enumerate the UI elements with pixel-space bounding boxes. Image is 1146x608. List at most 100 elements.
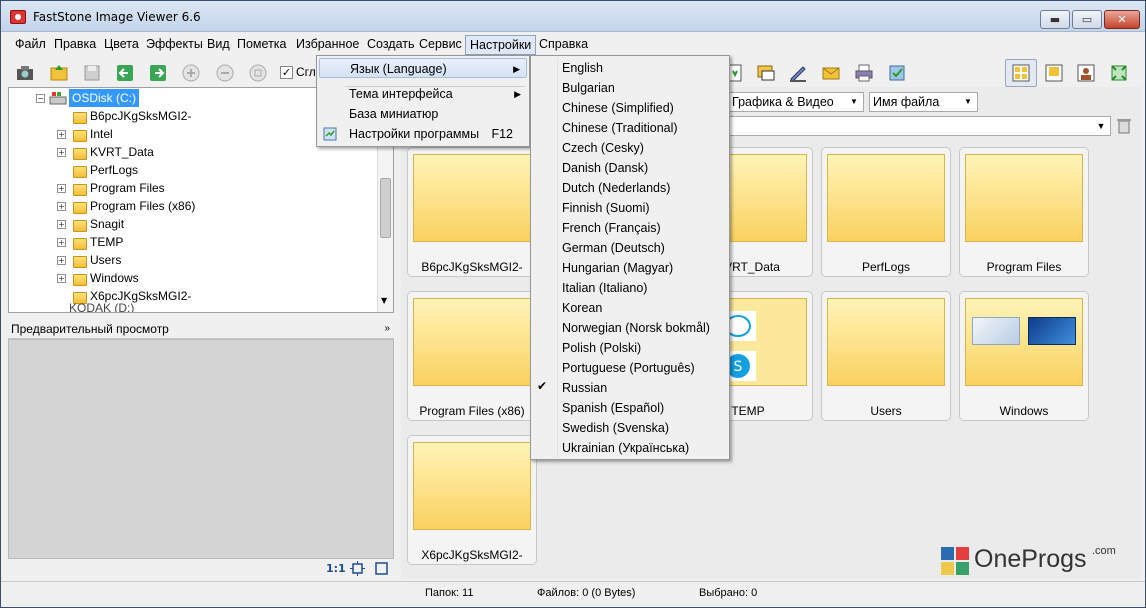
fullscreen-icon[interactable] [1109, 63, 1129, 83]
tree-item-perflogs[interactable]: PerfLogs [90, 161, 138, 179]
language-option-chinese-simplified[interactable]: Chinese (Simplified) [562, 98, 674, 118]
file-type-value: Графика & Видео [732, 95, 834, 109]
expand-icon[interactable]: + [57, 148, 66, 157]
full-preview-icon[interactable] [1076, 63, 1096, 83]
language-option-korean[interactable]: Korean [562, 298, 602, 318]
email-icon[interactable] [821, 63, 841, 83]
tree-root-drive[interactable]: OSDisk (C:) [69, 89, 139, 107]
menu-edit[interactable]: Правка [50, 35, 100, 55]
maximize-button[interactable]: ▭ [1072, 10, 1102, 29]
path-input[interactable]: ▼ [728, 116, 1111, 136]
tree-item-b6pc[interactable]: B6pcJKgSksMGI2- [90, 107, 191, 125]
fullscreen-preview-icon[interactable] [374, 561, 389, 576]
thumbnail-item[interactable]: B6pcJKgSksMGI2- [407, 147, 537, 277]
folder-icon [73, 130, 87, 142]
expand-icon[interactable]: + [57, 274, 66, 283]
tree-item-program-files-x86[interactable]: Program Files (x86) [90, 197, 195, 215]
scroll-down-icon[interactable]: ▼ [381, 296, 387, 305]
tree-item-users[interactable]: Users [90, 251, 121, 269]
menu-create[interactable]: Создать [363, 35, 419, 55]
language-option-swedish[interactable]: Swedish (Svenska) [562, 418, 669, 438]
language-option-finnish[interactable]: Finnish (Suomi) [562, 198, 650, 218]
collapse-preview-icon[interactable]: » [384, 319, 390, 339]
thumbnail-item[interactable]: PerfLogs [821, 147, 951, 277]
tree-item-intel[interactable]: Intel [90, 125, 113, 143]
smooth-checkbox[interactable]: ✓ [280, 66, 293, 79]
language-option-russian[interactable]: Russian [562, 378, 607, 398]
actual-size-button[interactable]: 1:1 [326, 562, 346, 575]
thumbnail-item[interactable]: Windows [959, 291, 1089, 421]
scroll-thumb[interactable] [380, 178, 391, 238]
expand-icon[interactable]: + [57, 130, 66, 139]
menu-interface-theme[interactable]: Тема интерфейса ▶ [319, 84, 527, 104]
thumbnail-item[interactable]: Program Files (x86) [407, 291, 537, 421]
trash-icon[interactable] [1116, 117, 1132, 134]
browser-view-icon[interactable] [1044, 63, 1064, 83]
expand-icon[interactable]: + [57, 256, 66, 265]
tree-item-temp[interactable]: TEMP [90, 233, 123, 251]
tree-item-program-files[interactable]: Program Files [90, 179, 165, 197]
watermark-text: OneProgs [974, 545, 1087, 573]
menu-thumbnail-db[interactable]: База миниатюр [319, 104, 527, 124]
batch-icon[interactable] [887, 63, 907, 83]
language-option-polish[interactable]: Polish (Polski) [562, 338, 641, 358]
acquire-camera-icon[interactable] [15, 63, 35, 83]
menu-settings[interactable]: Настройки [465, 35, 537, 55]
tree-item-kodak[interactable]: KODAK (D:) [69, 303, 134, 312]
expand-icon[interactable]: + [57, 220, 66, 229]
save-icon[interactable] [82, 63, 102, 83]
path-dropdown-icon[interactable]: ▼ [1094, 118, 1108, 134]
language-option-italian[interactable]: Italian (Italiano) [562, 278, 647, 298]
language-option-portuguese[interactable]: Portuguese (Português) [562, 358, 695, 378]
language-option-dutch[interactable]: Dutch (Nederlands) [562, 178, 670, 198]
menu-view[interactable]: Вид [203, 35, 234, 55]
print-icon[interactable] [854, 63, 874, 83]
actual-size-icon[interactable] [248, 63, 268, 83]
preview-area [8, 339, 394, 559]
minimize-button[interactable]: ▬ [1040, 10, 1070, 29]
language-option-ukrainian[interactable]: Ukrainian (Українська) [562, 438, 689, 458]
open-folder-icon[interactable] [49, 63, 69, 83]
expand-icon[interactable]: + [57, 184, 66, 193]
language-option-spanish[interactable]: Spanish (Español) [562, 398, 664, 418]
language-option-hungarian[interactable]: Hungarian (Magyar) [562, 258, 673, 278]
menu-tools[interactable]: Сервис [415, 35, 466, 55]
language-option-norwegian[interactable]: Norwegian (Norsk bokmål) [562, 318, 710, 338]
tree-item-snagit[interactable]: Snagit [90, 215, 124, 233]
menu-mark[interactable]: Пометка [233, 35, 291, 55]
previous-icon[interactable] [115, 63, 135, 83]
sort-filter[interactable]: Имя файла ▼ [869, 92, 978, 112]
zoom-in-icon[interactable] [181, 63, 201, 83]
language-option-bulgarian[interactable]: Bulgarian [562, 78, 615, 98]
thumbnail-item[interactable]: X6pcJKgSksMGI2- [407, 435, 537, 565]
zoom-out-icon[interactable] [215, 63, 235, 83]
language-option-french[interactable]: French (Français) [562, 218, 661, 238]
slideshow-icon[interactable] [756, 63, 776, 83]
file-type-filter[interactable]: Графика & Видео ▼ [728, 92, 864, 112]
fit-icon[interactable] [350, 561, 365, 576]
menu-language[interactable]: Язык (Language) ▶ [319, 58, 527, 78]
language-option-czech[interactable]: Czech (Cesky) [562, 138, 644, 158]
language-option-english[interactable]: English [562, 58, 603, 78]
thumbnail-item[interactable]: Program Files [959, 147, 1089, 277]
menu-colors[interactable]: Цвета [100, 35, 143, 55]
settings-menu: Язык (Language) ▶ Тема интерфейса ▶ База… [316, 55, 530, 147]
menu-program-settings[interactable]: Настройки программы F12 [319, 124, 527, 144]
tree-item-windows[interactable]: Windows [90, 269, 139, 287]
edit-icon[interactable] [788, 63, 808, 83]
close-button[interactable]: ✕ [1104, 10, 1140, 29]
menu-favorites[interactable]: Избранное [292, 35, 363, 55]
menu-effects[interactable]: Эффекты [142, 35, 207, 55]
app-window: FastStone Image Viewer 6.6 ▬ ▭ ✕ Файл Пр… [0, 0, 1146, 608]
menu-file[interactable]: Файл [11, 35, 50, 55]
expand-icon[interactable]: + [57, 202, 66, 211]
menu-help[interactable]: Справка [535, 35, 592, 55]
language-option-chinese-traditional[interactable]: Chinese (Traditional) [562, 118, 678, 138]
language-option-german[interactable]: German (Deutsch) [562, 238, 665, 258]
collapse-icon[interactable]: − [36, 94, 45, 103]
language-option-danish[interactable]: Danish (Dansk) [562, 158, 648, 178]
expand-icon[interactable]: + [57, 238, 66, 247]
tree-item-kvrt[interactable]: KVRT_Data [90, 143, 154, 161]
thumbnail-item[interactable]: Users [821, 291, 951, 421]
next-icon[interactable] [148, 63, 168, 83]
